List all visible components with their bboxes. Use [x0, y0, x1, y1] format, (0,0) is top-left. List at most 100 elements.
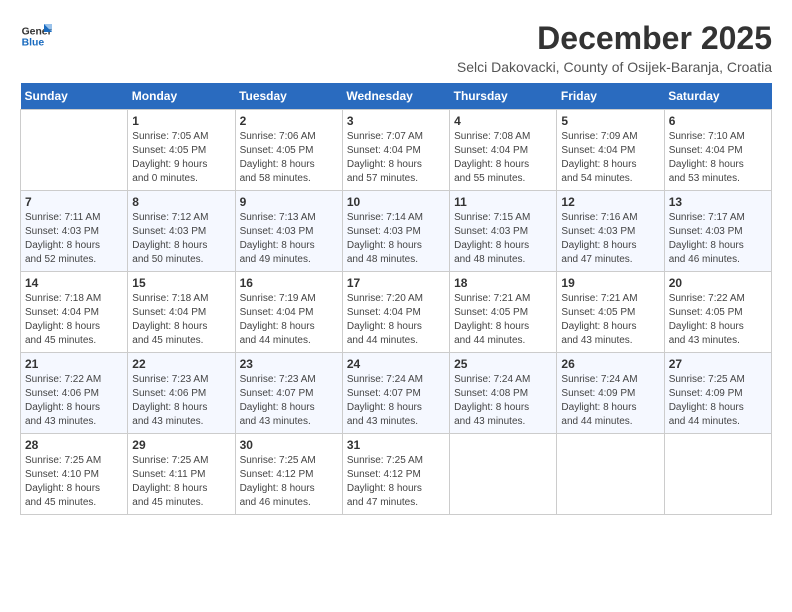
day-number: 10	[347, 195, 445, 209]
calendar-cell: 16 Sunrise: 7:19 AM Sunset: 4:04 PM Dayli…	[235, 272, 342, 353]
day-number: 31	[347, 438, 445, 452]
day-info: Sunrise: 7:24 AM Sunset: 4:07 PM Dayligh…	[347, 373, 445, 429]
weekday-header-saturday: Saturday	[664, 83, 771, 110]
calendar-cell	[21, 110, 128, 191]
day-info: Sunrise: 7:23 AM Sunset: 4:07 PM Dayligh…	[240, 373, 338, 429]
month-title: December 2025	[457, 20, 772, 57]
day-number: 8	[132, 195, 230, 209]
day-info: Sunrise: 7:25 AM Sunset: 4:11 PM Dayligh…	[132, 454, 230, 510]
calendar-cell: 9Sunrise: 7:13 AM Sunset: 4:03 PM Daylig…	[235, 191, 342, 272]
calendar-week-4: 21 Sunrise: 7:22 AM Sunset: 4:06 PM Dayli…	[21, 353, 772, 434]
day-number: 12	[561, 195, 659, 209]
day-number: 16	[240, 276, 338, 290]
calendar-cell: 13Sunrise: 7:17 AM Sunset: 4:03 PM Dayli…	[664, 191, 771, 272]
calendar-cell: 14Sunrise: 7:18 AM Sunset: 4:04 PM Dayli…	[21, 272, 128, 353]
svg-text:Blue: Blue	[22, 38, 45, 49]
header: General Blue December 2025 Selci Dakovac…	[20, 20, 772, 75]
day-number: 5	[561, 114, 659, 128]
weekday-header-monday: Monday	[128, 83, 235, 110]
day-info: Sunrise: 7:14 AM Sunset: 4:03 PM Dayligh…	[347, 211, 445, 267]
day-number: 22	[132, 357, 230, 371]
calendar-cell: 10 Sunrise: 7:14 AM Sunset: 4:03 PM Dayli…	[342, 191, 449, 272]
calendar-cell: 27 Sunrise: 7:25 AM Sunset: 4:09 PM Dayli…	[664, 353, 771, 434]
calendar-cell: 24 Sunrise: 7:24 AM Sunset: 4:07 PM Dayli…	[342, 353, 449, 434]
weekday-header-wednesday: Wednesday	[342, 83, 449, 110]
logo-icon: General Blue	[20, 20, 52, 52]
location-subtitle: Selci Dakovacki, County of Osijek-Baranj…	[457, 59, 772, 75]
day-info: Sunrise: 7:25 AM Sunset: 4:10 PM Dayligh…	[25, 454, 123, 510]
day-info: Sunrise: 7:19 AM Sunset: 4:04 PM Dayligh…	[240, 292, 338, 348]
day-number: 17	[347, 276, 445, 290]
calendar-cell	[450, 434, 557, 515]
day-number: 26	[561, 357, 659, 371]
weekday-header-thursday: Thursday	[450, 83, 557, 110]
weekday-header-sunday: Sunday	[21, 83, 128, 110]
day-info: Sunrise: 7:23 AM Sunset: 4:06 PM Dayligh…	[132, 373, 230, 429]
calendar-cell: 1 Sunrise: 7:05 AM Sunset: 4:05 PM Daylig…	[128, 110, 235, 191]
day-number: 7	[25, 195, 123, 209]
calendar-cell: 31Sunrise: 7:25 AM Sunset: 4:12 PM Dayli…	[342, 434, 449, 515]
calendar-cell: 28 Sunrise: 7:25 AM Sunset: 4:10 PM Dayli…	[21, 434, 128, 515]
calendar-cell: 25Sunrise: 7:24 AM Sunset: 4:08 PM Dayli…	[450, 353, 557, 434]
calendar-cell	[664, 434, 771, 515]
day-number: 1	[132, 114, 230, 128]
day-number: 14	[25, 276, 123, 290]
calendar-cell: 8 Sunrise: 7:12 AM Sunset: 4:03 PM Daylig…	[128, 191, 235, 272]
calendar-cell: 17Sunrise: 7:20 AM Sunset: 4:04 PM Dayli…	[342, 272, 449, 353]
calendar-cell: 12 Sunrise: 7:16 AM Sunset: 4:03 PM Dayli…	[557, 191, 664, 272]
day-number: 24	[347, 357, 445, 371]
day-number: 3	[347, 114, 445, 128]
calendar-cell: 2Sunrise: 7:06 AM Sunset: 4:05 PM Daylig…	[235, 110, 342, 191]
day-info: Sunrise: 7:13 AM Sunset: 4:03 PM Dayligh…	[240, 211, 338, 267]
day-info: Sunrise: 7:21 AM Sunset: 4:05 PM Dayligh…	[561, 292, 659, 348]
day-number: 4	[454, 114, 552, 128]
calendar-cell: 20 Sunrise: 7:22 AM Sunset: 4:05 PM Dayli…	[664, 272, 771, 353]
day-info: Sunrise: 7:08 AM Sunset: 4:04 PM Dayligh…	[454, 130, 552, 186]
calendar-cell: 26 Sunrise: 7:24 AM Sunset: 4:09 PM Dayli…	[557, 353, 664, 434]
calendar-cell: 15Sunrise: 7:18 AM Sunset: 4:04 PM Dayli…	[128, 272, 235, 353]
calendar-week-5: 28 Sunrise: 7:25 AM Sunset: 4:10 PM Dayli…	[21, 434, 772, 515]
day-info: Sunrise: 7:22 AM Sunset: 4:06 PM Dayligh…	[25, 373, 123, 429]
calendar-cell: 5 Sunrise: 7:09 AM Sunset: 4:04 PM Daylig…	[557, 110, 664, 191]
title-area: December 2025 Selci Dakovacki, County of…	[457, 20, 772, 75]
day-info: Sunrise: 7:25 AM Sunset: 4:09 PM Dayligh…	[669, 373, 767, 429]
calendar-cell: 18Sunrise: 7:21 AM Sunset: 4:05 PM Dayli…	[450, 272, 557, 353]
calendar-week-1: 1 Sunrise: 7:05 AM Sunset: 4:05 PM Daylig…	[21, 110, 772, 191]
day-number: 20	[669, 276, 767, 290]
day-number: 23	[240, 357, 338, 371]
calendar-cell: 30 Sunrise: 7:25 AM Sunset: 4:12 PM Dayli…	[235, 434, 342, 515]
weekday-header-tuesday: Tuesday	[235, 83, 342, 110]
day-number: 25	[454, 357, 552, 371]
day-info: Sunrise: 7:24 AM Sunset: 4:09 PM Dayligh…	[561, 373, 659, 429]
day-info: Sunrise: 7:25 AM Sunset: 4:12 PM Dayligh…	[240, 454, 338, 510]
weekday-header-friday: Friday	[557, 83, 664, 110]
calendar-cell: 3Sunrise: 7:07 AM Sunset: 4:04 PM Daylig…	[342, 110, 449, 191]
day-info: Sunrise: 7:09 AM Sunset: 4:04 PM Dayligh…	[561, 130, 659, 186]
calendar-cell: 22 Sunrise: 7:23 AM Sunset: 4:06 PM Dayli…	[128, 353, 235, 434]
day-number: 27	[669, 357, 767, 371]
day-info: Sunrise: 7:12 AM Sunset: 4:03 PM Dayligh…	[132, 211, 230, 267]
calendar-cell: 23 Sunrise: 7:23 AM Sunset: 4:07 PM Dayli…	[235, 353, 342, 434]
calendar-week-2: 7Sunrise: 7:11 AM Sunset: 4:03 PM Daylig…	[21, 191, 772, 272]
calendar-cell	[557, 434, 664, 515]
day-number: 18	[454, 276, 552, 290]
day-number: 19	[561, 276, 659, 290]
calendar-cell: 21 Sunrise: 7:22 AM Sunset: 4:06 PM Dayli…	[21, 353, 128, 434]
day-info: Sunrise: 7:22 AM Sunset: 4:05 PM Dayligh…	[669, 292, 767, 348]
day-info: Sunrise: 7:16 AM Sunset: 4:03 PM Dayligh…	[561, 211, 659, 267]
calendar-cell: 11Sunrise: 7:15 AM Sunset: 4:03 PM Dayli…	[450, 191, 557, 272]
day-number: 28	[25, 438, 123, 452]
calendar-table: SundayMondayTuesdayWednesdayThursdayFrid…	[20, 83, 772, 515]
day-number: 30	[240, 438, 338, 452]
day-number: 29	[132, 438, 230, 452]
day-info: Sunrise: 7:18 AM Sunset: 4:04 PM Dayligh…	[132, 292, 230, 348]
calendar-cell: 7Sunrise: 7:11 AM Sunset: 4:03 PM Daylig…	[21, 191, 128, 272]
calendar-cell: 4 Sunrise: 7:08 AM Sunset: 4:04 PM Daylig…	[450, 110, 557, 191]
day-number: 21	[25, 357, 123, 371]
day-info: Sunrise: 7:06 AM Sunset: 4:05 PM Dayligh…	[240, 130, 338, 186]
day-info: Sunrise: 7:15 AM Sunset: 4:03 PM Dayligh…	[454, 211, 552, 267]
logo: General Blue	[20, 20, 52, 52]
day-number: 6	[669, 114, 767, 128]
day-info: Sunrise: 7:05 AM Sunset: 4:05 PM Dayligh…	[132, 130, 230, 186]
day-info: Sunrise: 7:17 AM Sunset: 4:03 PM Dayligh…	[669, 211, 767, 267]
